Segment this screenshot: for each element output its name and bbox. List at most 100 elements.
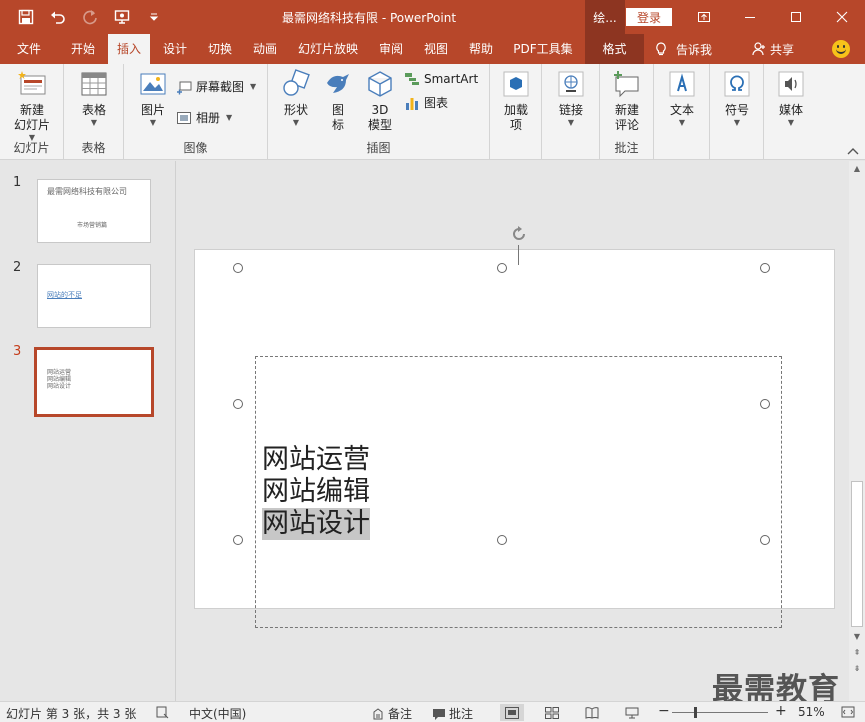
previous-slide-icon[interactable]: ⇞ xyxy=(849,645,865,661)
tab-home[interactable]: 开始 xyxy=(58,34,108,64)
new-slide-button[interactable]: 新建 幻灯片 ▼ xyxy=(6,68,58,143)
vertical-scrollbar[interactable]: ▲ ▼ ⇞ ⇟ xyxy=(849,161,865,701)
3d-models-button[interactable]: 3D 模型 xyxy=(360,68,400,133)
new-slide-label: 新建 幻灯片 xyxy=(13,103,50,132)
icons-button[interactable]: 图 标 xyxy=(318,68,358,133)
group-symbols: 符号 ▼ xyxy=(710,64,764,160)
tab-animations[interactable]: 动画 xyxy=(244,34,286,64)
picture-button[interactable]: 图片 ▼ xyxy=(130,68,176,128)
text-label: 文本 xyxy=(669,103,694,117)
table-button[interactable]: 表格 ▼ xyxy=(70,68,118,128)
maximize-button[interactable] xyxy=(773,0,819,34)
minimize-button[interactable] xyxy=(727,0,773,34)
resize-handle-bottom[interactable] xyxy=(497,535,507,545)
share-button[interactable]: 共享 xyxy=(752,34,794,64)
chevron-down-icon xyxy=(149,13,159,21)
zoom-slider-knob[interactable] xyxy=(694,707,697,718)
customize-qat-button[interactable] xyxy=(140,6,168,28)
tab-insert[interactable]: 插入 xyxy=(108,34,150,64)
normal-view-button[interactable] xyxy=(500,704,524,721)
slideshow-view-button[interactable] xyxy=(620,704,644,721)
slide-text-content[interactable]: 网站运营 网站编辑 网站设计 xyxy=(262,444,370,540)
login-button[interactable]: 登录 xyxy=(626,8,672,26)
text-line[interactable]: 网站运营 xyxy=(262,444,370,476)
present-from-start-button[interactable] xyxy=(108,6,136,28)
group-label-images: 图像 xyxy=(183,141,208,155)
rotate-handle-icon[interactable] xyxy=(509,224,529,244)
link-button[interactable]: 链接 ▼ xyxy=(550,68,592,128)
tab-format[interactable]: 格式 xyxy=(585,34,644,64)
zoom-out-button[interactable]: − xyxy=(658,703,670,719)
addins-button[interactable]: 加载 项 xyxy=(496,68,536,133)
new-slide-icon xyxy=(18,71,46,95)
smartart-button[interactable]: SmartArt xyxy=(404,71,478,87)
group-links: 链接 ▼ xyxy=(542,64,600,160)
shapes-button[interactable]: 形状 ▼ xyxy=(276,68,316,128)
resize-handle-bottom-right[interactable] xyxy=(760,535,770,545)
media-button[interactable]: 媒体 ▼ xyxy=(771,68,811,128)
feedback-smiley-icon[interactable] xyxy=(832,40,850,58)
omega-icon xyxy=(724,71,750,97)
slideshow-icon xyxy=(114,10,130,24)
zoom-in-button[interactable]: + xyxy=(775,703,787,719)
scroll-up-arrow-icon[interactable]: ▲ xyxy=(849,161,865,177)
screenshot-label: 屏幕截图 xyxy=(196,80,245,94)
symbol-button[interactable]: 符号 ▼ xyxy=(717,68,757,128)
scroll-down-arrow-icon[interactable]: ▼ xyxy=(849,629,865,645)
scrollbar-thumb[interactable] xyxy=(851,481,863,627)
slideshow-view-icon xyxy=(625,707,639,718)
slide-thumbnail-3[interactable]: 网站运营 网站编辑 网站设计 xyxy=(34,347,154,417)
tell-me-search[interactable]: 告诉我 xyxy=(654,34,712,64)
chevron-down-icon: ▼ xyxy=(90,118,98,127)
fit-slide-button[interactable] xyxy=(841,705,855,719)
collapse-ribbon-button[interactable] xyxy=(847,145,859,155)
ribbon-display-options-button[interactable] xyxy=(681,0,727,34)
chart-label: 图表 xyxy=(424,96,449,110)
slide-sorter-view-button[interactable] xyxy=(540,704,564,721)
group-label-slides: 幻灯片 xyxy=(13,141,50,155)
current-slide[interactable]: 网站运营 网站编辑 网站设计 xyxy=(194,226,835,628)
resize-handle-top[interactable] xyxy=(497,263,507,273)
thumbnail-line: 网站运营 xyxy=(47,369,72,376)
language-indicator[interactable]: 中文(中国) xyxy=(189,705,246,722)
resize-handle-top-left[interactable] xyxy=(233,263,243,273)
zoom-level[interactable]: 51% xyxy=(798,705,825,719)
chart-button[interactable]: 图表 xyxy=(404,94,448,111)
tab-pdf-tools[interactable]: PDF工具集 xyxy=(508,34,578,64)
text-button[interactable]: 文本 ▼ xyxy=(662,68,702,128)
spell-check-button[interactable] xyxy=(155,705,169,719)
tab-slideshow[interactable]: 幻灯片放映 xyxy=(292,34,364,64)
tab-help[interactable]: 帮助 xyxy=(460,34,502,64)
resize-handle-right[interactable] xyxy=(760,399,770,409)
text-line[interactable]: 网站编辑 xyxy=(262,476,370,508)
resize-handle-bottom-left[interactable] xyxy=(233,535,243,545)
screenshot-button[interactable]: 屏幕截图 ▼ xyxy=(176,78,256,95)
save-button[interactable] xyxy=(12,6,40,28)
zoom-slider-track[interactable] xyxy=(672,712,768,713)
table-icon xyxy=(81,72,107,96)
notes-button[interactable]: 备注 xyxy=(371,705,412,722)
thumbnail-line: 网站设计 xyxy=(47,383,72,390)
symbol-label: 符号 xyxy=(724,103,749,117)
reading-view-button[interactable] xyxy=(580,704,604,721)
close-button[interactable] xyxy=(819,0,865,34)
tab-transitions[interactable]: 切换 xyxy=(199,34,241,64)
tab-design[interactable]: 设计 xyxy=(154,34,196,64)
resize-handle-top-right[interactable] xyxy=(760,263,770,273)
maximize-icon xyxy=(791,12,801,22)
photo-album-button[interactable]: 相册 ▼ xyxy=(176,109,232,126)
resize-handle-left[interactable] xyxy=(233,399,243,409)
new-comment-button[interactable]: 新建 评论 xyxy=(606,68,648,133)
tab-file[interactable]: 文件 xyxy=(4,34,54,64)
drawing-tools-context-header[interactable]: 绘... xyxy=(585,0,625,34)
comments-button[interactable]: 批注 xyxy=(432,705,473,722)
undo-button[interactable] xyxy=(44,6,72,28)
slide-thumbnail-2[interactable]: 网站的不足 xyxy=(37,264,151,328)
tab-view[interactable]: 视图 xyxy=(415,34,457,64)
window-title: 最需网络科技有限 - PowerPoint xyxy=(282,11,457,25)
tab-review[interactable]: 审阅 xyxy=(370,34,412,64)
redo-button[interactable] xyxy=(76,6,104,28)
selected-text-line[interactable]: 网站设计 xyxy=(262,508,370,540)
slide-thumbnail-1[interactable]: 最需网络科技有限公司 市场营销篇 xyxy=(37,179,151,243)
next-slide-icon[interactable]: ⇟ xyxy=(849,661,865,677)
